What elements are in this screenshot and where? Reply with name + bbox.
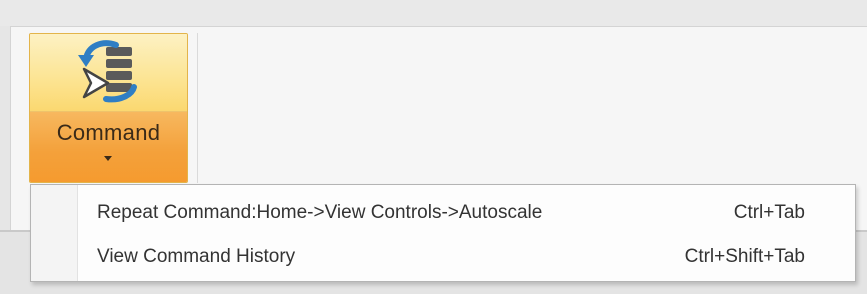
menu-item-label: View Command History	[97, 246, 296, 267]
menu-item-label: Repeat Command:Home->View Controls->Auto…	[97, 202, 543, 223]
ribbon-group-separator	[197, 33, 198, 183]
menu-item-view-command-history[interactable]: View Command History Ctrl+Shift+Tab	[79, 237, 853, 277]
menu-item-shortcut: Ctrl+Tab	[733, 202, 805, 223]
menu-item-repeat-command[interactable]: Repeat Command:Home->View Controls->Auto…	[79, 193, 853, 233]
menu-item-shortcut: Ctrl+Shift+Tab	[684, 246, 805, 267]
chevron-down-icon	[104, 156, 112, 161]
repeat-command-icon	[78, 40, 137, 103]
window-top-strip	[0, 0, 867, 26]
command-button-top[interactable]	[30, 34, 187, 111]
command-button-label: Command	[56, 120, 161, 145]
command-dropdown-menu: Repeat Command:Home->View Controls->Auto…	[30, 184, 856, 282]
command-button[interactable]: Command	[29, 33, 188, 183]
menu-icon-gutter	[31, 185, 78, 281]
